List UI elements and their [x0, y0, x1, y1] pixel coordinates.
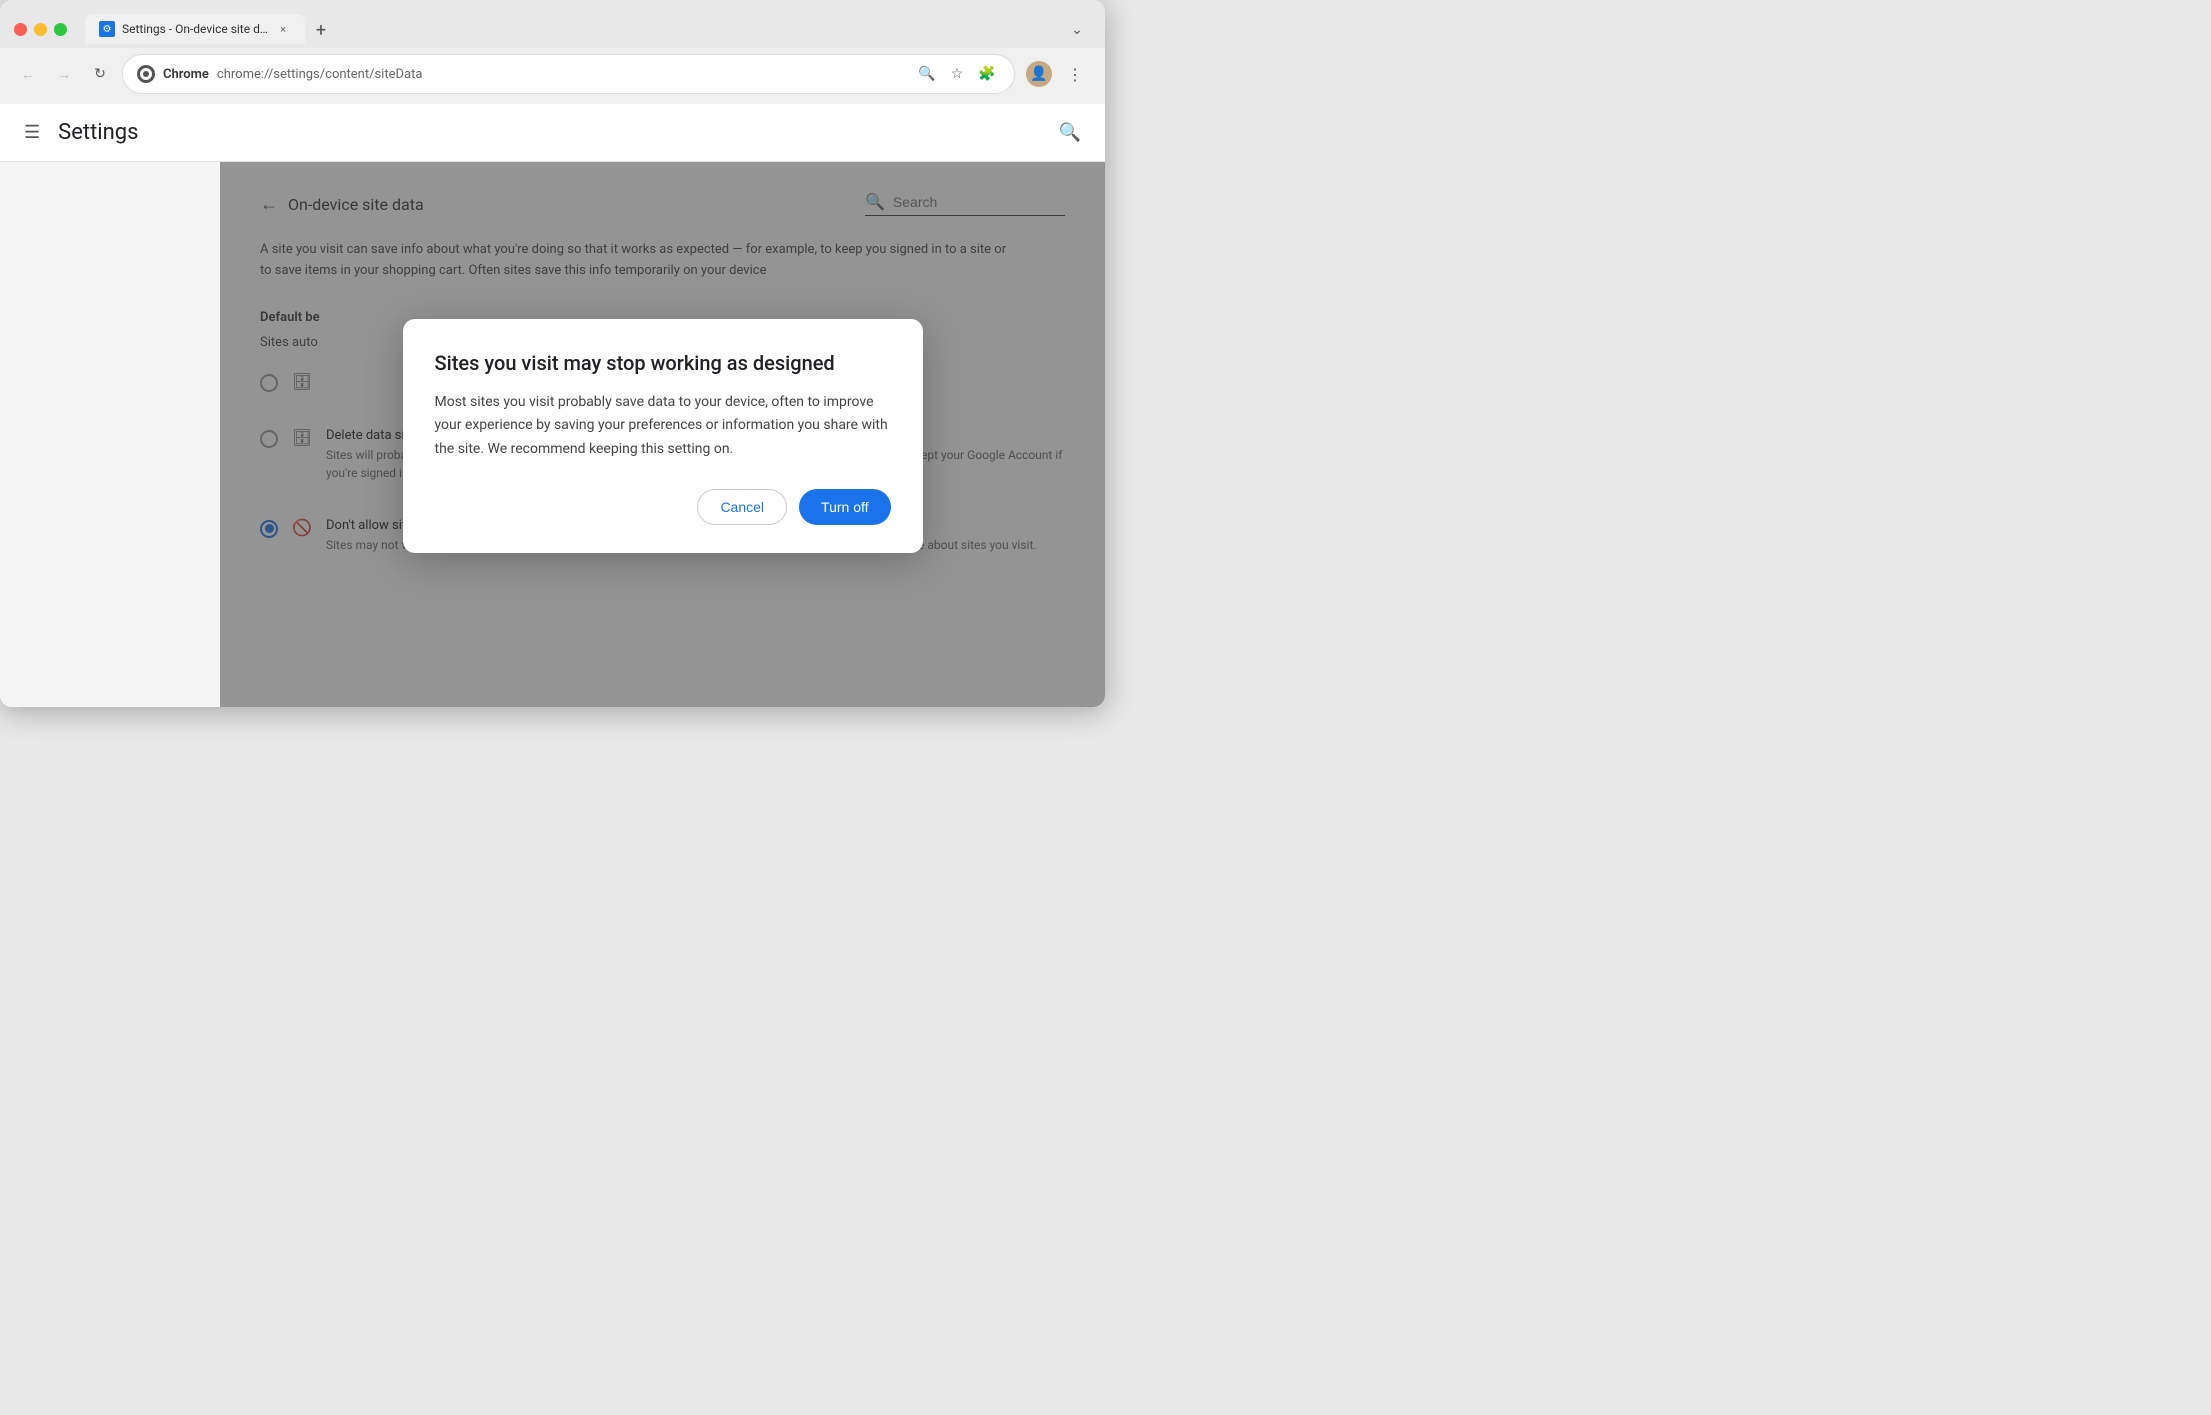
menu-button[interactable]: ⋮ [1059, 58, 1091, 90]
url-bar[interactable]: Chrome chrome://settings/content/siteDat… [122, 54, 1015, 94]
settings-main: ← On-device site data 🔍 A site you visit… [220, 162, 1105, 707]
tabs-row: ⚙ Settings - On-device site dat × + ⌄ [85, 14, 1091, 44]
traffic-lights [14, 23, 67, 36]
dialog-title: Sites you visit may stop working as desi… [435, 351, 891, 375]
url-site-name: Chrome [163, 67, 209, 82]
back-button[interactable]: ← [14, 60, 42, 88]
reload-button[interactable]: ↻ [86, 60, 114, 88]
tab-dropdown-button[interactable]: ⌄ [1063, 16, 1091, 44]
turn-off-button[interactable]: Turn off [799, 489, 890, 525]
browser-window: ⚙ Settings - On-device site dat × + ⌄ ← … [0, 0, 1105, 707]
tab-favicon-icon: ⚙ [99, 21, 115, 37]
new-tab-button[interactable]: + [307, 16, 335, 44]
dialog-overlay: Sites you visit may stop working as desi… [220, 162, 1105, 707]
toolbar-right: 👤 ⋮ [1023, 58, 1091, 90]
bookmark-icon[interactable]: ☆ [944, 61, 970, 87]
close-window-button[interactable] [14, 23, 27, 36]
url-icons: 🔍 ☆ 🧩 [914, 61, 1000, 87]
confirmation-dialog: Sites you visit may stop working as desi… [403, 319, 923, 552]
extensions-icon[interactable]: 🧩 [974, 61, 1000, 87]
tab-title: Settings - On-device site dat [122, 22, 268, 36]
active-tab[interactable]: ⚙ Settings - On-device site dat × [85, 14, 305, 44]
page-content: ☰ Settings 🔍 ← On-device site data 🔍 [0, 104, 1105, 707]
url-text: chrome://settings/content/siteData [217, 67, 423, 82]
profile-button[interactable]: 👤 [1023, 58, 1055, 90]
address-bar: ← → ↻ Chrome chrome://settings/content/s… [0, 48, 1105, 104]
hamburger-menu-button[interactable]: ☰ [20, 118, 44, 147]
settings-body: ← On-device site data 🔍 A site you visit… [0, 162, 1105, 707]
avatar: 👤 [1026, 61, 1052, 87]
settings-sidebar [0, 162, 220, 707]
settings-search-button[interactable]: 🔍 [1055, 118, 1085, 147]
cancel-button[interactable]: Cancel [697, 489, 787, 525]
forward-button[interactable]: → [50, 60, 78, 88]
url-favicon-icon [137, 65, 155, 83]
tab-close-button[interactable]: × [275, 21, 291, 37]
minimize-window-button[interactable] [34, 23, 47, 36]
settings-header: ☰ Settings 🔍 [0, 104, 1105, 162]
dialog-actions: Cancel Turn off [435, 489, 891, 525]
title-bar: ⚙ Settings - On-device site dat × + ⌄ [0, 0, 1105, 48]
maximize-window-button[interactable] [54, 23, 67, 36]
dialog-body: Most sites you visit probably save data … [435, 391, 891, 460]
zoom-icon[interactable]: 🔍 [914, 61, 940, 87]
settings-page-title: Settings [58, 120, 1040, 145]
